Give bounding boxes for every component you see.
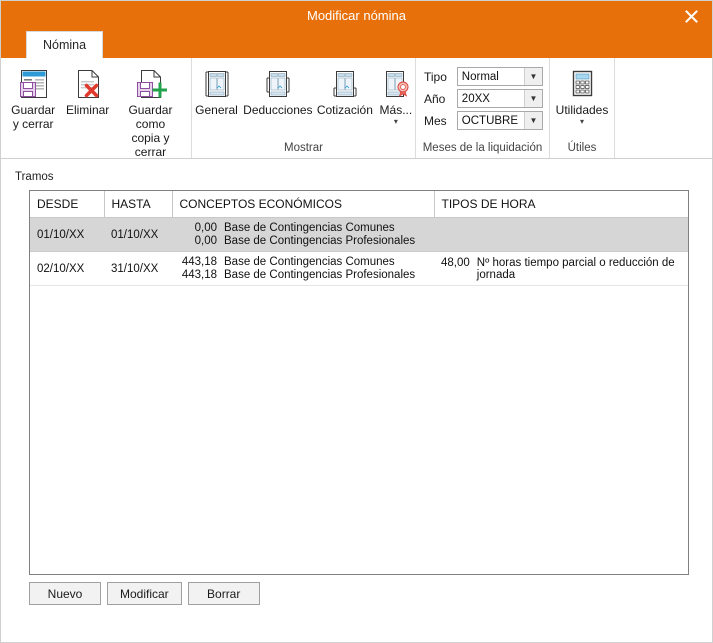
concepto-text: Base de Contingencias Comunes	[224, 222, 395, 234]
column-header-hasta[interactable]: HASTA	[104, 191, 173, 218]
ribbon-group-utiles: Utilidades ▾ Útiles	[549, 58, 614, 158]
title-bar: Modificar nómina	[1, 1, 712, 31]
close-button[interactable]	[670, 1, 712, 31]
concepto-line: 443,18 Base de Contingencias Comunes	[179, 256, 427, 268]
guardar-y-cerrar-label: Guardar y cerrar	[11, 103, 56, 131]
tipo-hora-line: 48,00 Nº horas tiempo parcial o reducció…	[441, 257, 681, 281]
tipo-hora-amount: 48,00	[441, 256, 470, 269]
tipo-select-value: Normal	[461, 70, 499, 83]
concepto-amount: 0,00	[194, 235, 217, 247]
mas-caret-icon[interactable]: ▾	[394, 118, 398, 126]
tipo-select[interactable]: Normal ▼	[456, 67, 543, 86]
column-header-tipos-de-hora[interactable]: TIPOS DE HORA	[434, 191, 688, 218]
application-window: Modificar nómina Nómina Guardar y cerrar…	[0, 0, 713, 643]
deducciones-button[interactable]: Deducciones	[242, 64, 314, 117]
cell-conceptos: 0,00 Base de Contingencias Comunes 0,00 …	[172, 217, 434, 252]
cotizacion-label: Cotización	[316, 103, 373, 117]
document-deductions-icon	[263, 67, 293, 101]
eliminar-button[interactable]: Eliminar	[61, 64, 114, 117]
tramos-table: DESDE HASTA CONCEPTOS ECONÓMICOS TIPOS D…	[30, 191, 688, 286]
table-header-row: DESDE HASTA CONCEPTOS ECONÓMICOS TIPOS D…	[30, 191, 688, 218]
concepto-text: Base de Contingencias Profesionales	[224, 235, 416, 247]
chevron-down-icon: ▼	[524, 112, 542, 129]
calculator-icon	[568, 67, 596, 101]
save-close-icon	[17, 67, 50, 101]
tab-nomina[interactable]: Nómina	[26, 31, 104, 58]
table-row[interactable]: 01/10/XX 01/10/XX 0,00 Base de Contingen…	[30, 217, 688, 252]
table-row[interactable]: 02/10/XX 31/10/XX 443,18 Base de Conting…	[30, 251, 688, 286]
cell-desde: 02/10/XX	[30, 251, 104, 286]
guardar-y-cerrar-button[interactable]: Guardar y cerrar	[5, 64, 61, 131]
mas-button[interactable]: Más... ▾	[376, 64, 416, 126]
chevron-down-icon: ▼	[524, 68, 542, 85]
column-header-conceptos-economicos[interactable]: CONCEPTOS ECONÓMICOS	[172, 191, 435, 218]
guardar-como-copia-y-cerrar-label: Guardar como copia y cerrar	[128, 103, 173, 159]
borrar-button[interactable]: Borrar	[187, 582, 260, 605]
tab-nomina-label: Nómina	[43, 38, 87, 52]
column-header-desde[interactable]: DESDE	[30, 191, 105, 218]
eliminar-label: Eliminar	[65, 103, 110, 117]
window-title: Modificar nómina	[307, 8, 406, 23]
ribbon-group-mantenimiento: Guardar y cerrar Eliminar Guardar como c…	[1, 58, 191, 181]
content-area: Tramos DESDE HASTA CONCEPTOS ECONÓMICOS …	[1, 159, 712, 642]
mes-select-value: OCTUBRE	[461, 114, 519, 127]
chevron-down-icon: ▼	[524, 90, 542, 107]
concepto-amount: 0,00	[194, 222, 217, 234]
save-copy-icon	[134, 67, 167, 101]
ribbon-group-meses-liquidacion: Tipo Normal ▼ Año 20XX ▼ Mes OCTUBRE ▼ M…	[415, 58, 549, 158]
ribbon-tab-strip: Nómina	[1, 31, 712, 58]
cell-tipos-hora	[434, 217, 688, 252]
nuevo-button[interactable]: Nuevo	[29, 582, 101, 605]
concepto-text: Base de Contingencias Comunes	[224, 256, 395, 268]
mas-label: Más...	[379, 103, 413, 117]
ribbon: Guardar y cerrar Eliminar Guardar como c…	[1, 58, 712, 181]
ribbon-group-filler	[614, 58, 712, 158]
deducciones-label: Deducciones	[243, 103, 313, 117]
ano-select-value: 20XX	[461, 92, 490, 105]
guardar-como-copia-y-cerrar-button[interactable]: Guardar como copia y cerrar ▾	[114, 64, 187, 168]
document-contribution-icon	[330, 67, 360, 101]
ano-select[interactable]: 20XX ▼	[456, 89, 543, 108]
ano-label: Año	[424, 91, 446, 106]
general-button[interactable]: General	[191, 64, 242, 117]
cell-tipos-hora: 48,00 Nº horas tiempo parcial o reducció…	[434, 251, 688, 286]
ribbon-group-utiles-label: Útiles	[567, 142, 597, 154]
utilidades-caret-icon[interactable]: ▾	[580, 118, 584, 126]
tramos-action-buttons: Nuevo Modificar Borrar	[29, 582, 260, 605]
mes-select[interactable]: OCTUBRE ▼	[456, 111, 543, 130]
delete-document-icon	[73, 67, 103, 101]
concepto-amount: 443,18	[181, 269, 217, 281]
tipo-field-row: Tipo Normal ▼	[424, 67, 543, 86]
utilidades-button[interactable]: Utilidades ▾	[553, 64, 611, 126]
cell-desde: 01/10/XX	[30, 217, 104, 252]
ano-field-row: Año 20XX ▼	[424, 89, 543, 108]
mes-label: Mes	[424, 113, 447, 128]
cell-hasta: 31/10/XX	[104, 251, 172, 286]
cotizacion-button[interactable]: Cotización	[314, 64, 376, 117]
tramos-section-label: Tramos	[15, 171, 54, 183]
tramos-table-panel: DESDE HASTA CONCEPTOS ECONÓMICOS TIPOS D…	[29, 190, 689, 575]
cell-hasta: 01/10/XX	[104, 217, 172, 252]
tipo-hora-text: Nº horas tiempo parcial o reducción de j…	[476, 256, 675, 281]
modificar-button[interactable]: Modificar	[107, 582, 182, 605]
document-seal-icon	[381, 67, 411, 101]
general-label: General	[195, 103, 238, 117]
concepto-line: 443,18 Base de Contingencias Profesional…	[179, 269, 427, 281]
mes-field-row: Mes OCTUBRE ▼	[424, 111, 543, 130]
cell-conceptos: 443,18 Base de Contingencias Comunes 443…	[172, 251, 434, 286]
ribbon-group-mostrar: General Deducciones Cotización Más... ▾ …	[191, 58, 415, 158]
concepto-line: 0,00 Base de Contingencias Profesionales	[179, 235, 427, 247]
close-icon	[684, 9, 698, 23]
utilidades-label: Utilidades	[555, 103, 609, 117]
ribbon-group-meses-liquidacion-label: Meses de la liquidación	[422, 142, 543, 154]
ribbon-group-mostrar-label: Mostrar	[284, 142, 323, 154]
document-general-icon	[202, 67, 232, 101]
concepto-text: Base de Contingencias Profesionales	[224, 269, 416, 281]
concepto-amount: 443,18	[181, 256, 217, 268]
concepto-line: 0,00 Base de Contingencias Comunes	[179, 222, 427, 234]
tipo-label: Tipo	[424, 69, 447, 84]
